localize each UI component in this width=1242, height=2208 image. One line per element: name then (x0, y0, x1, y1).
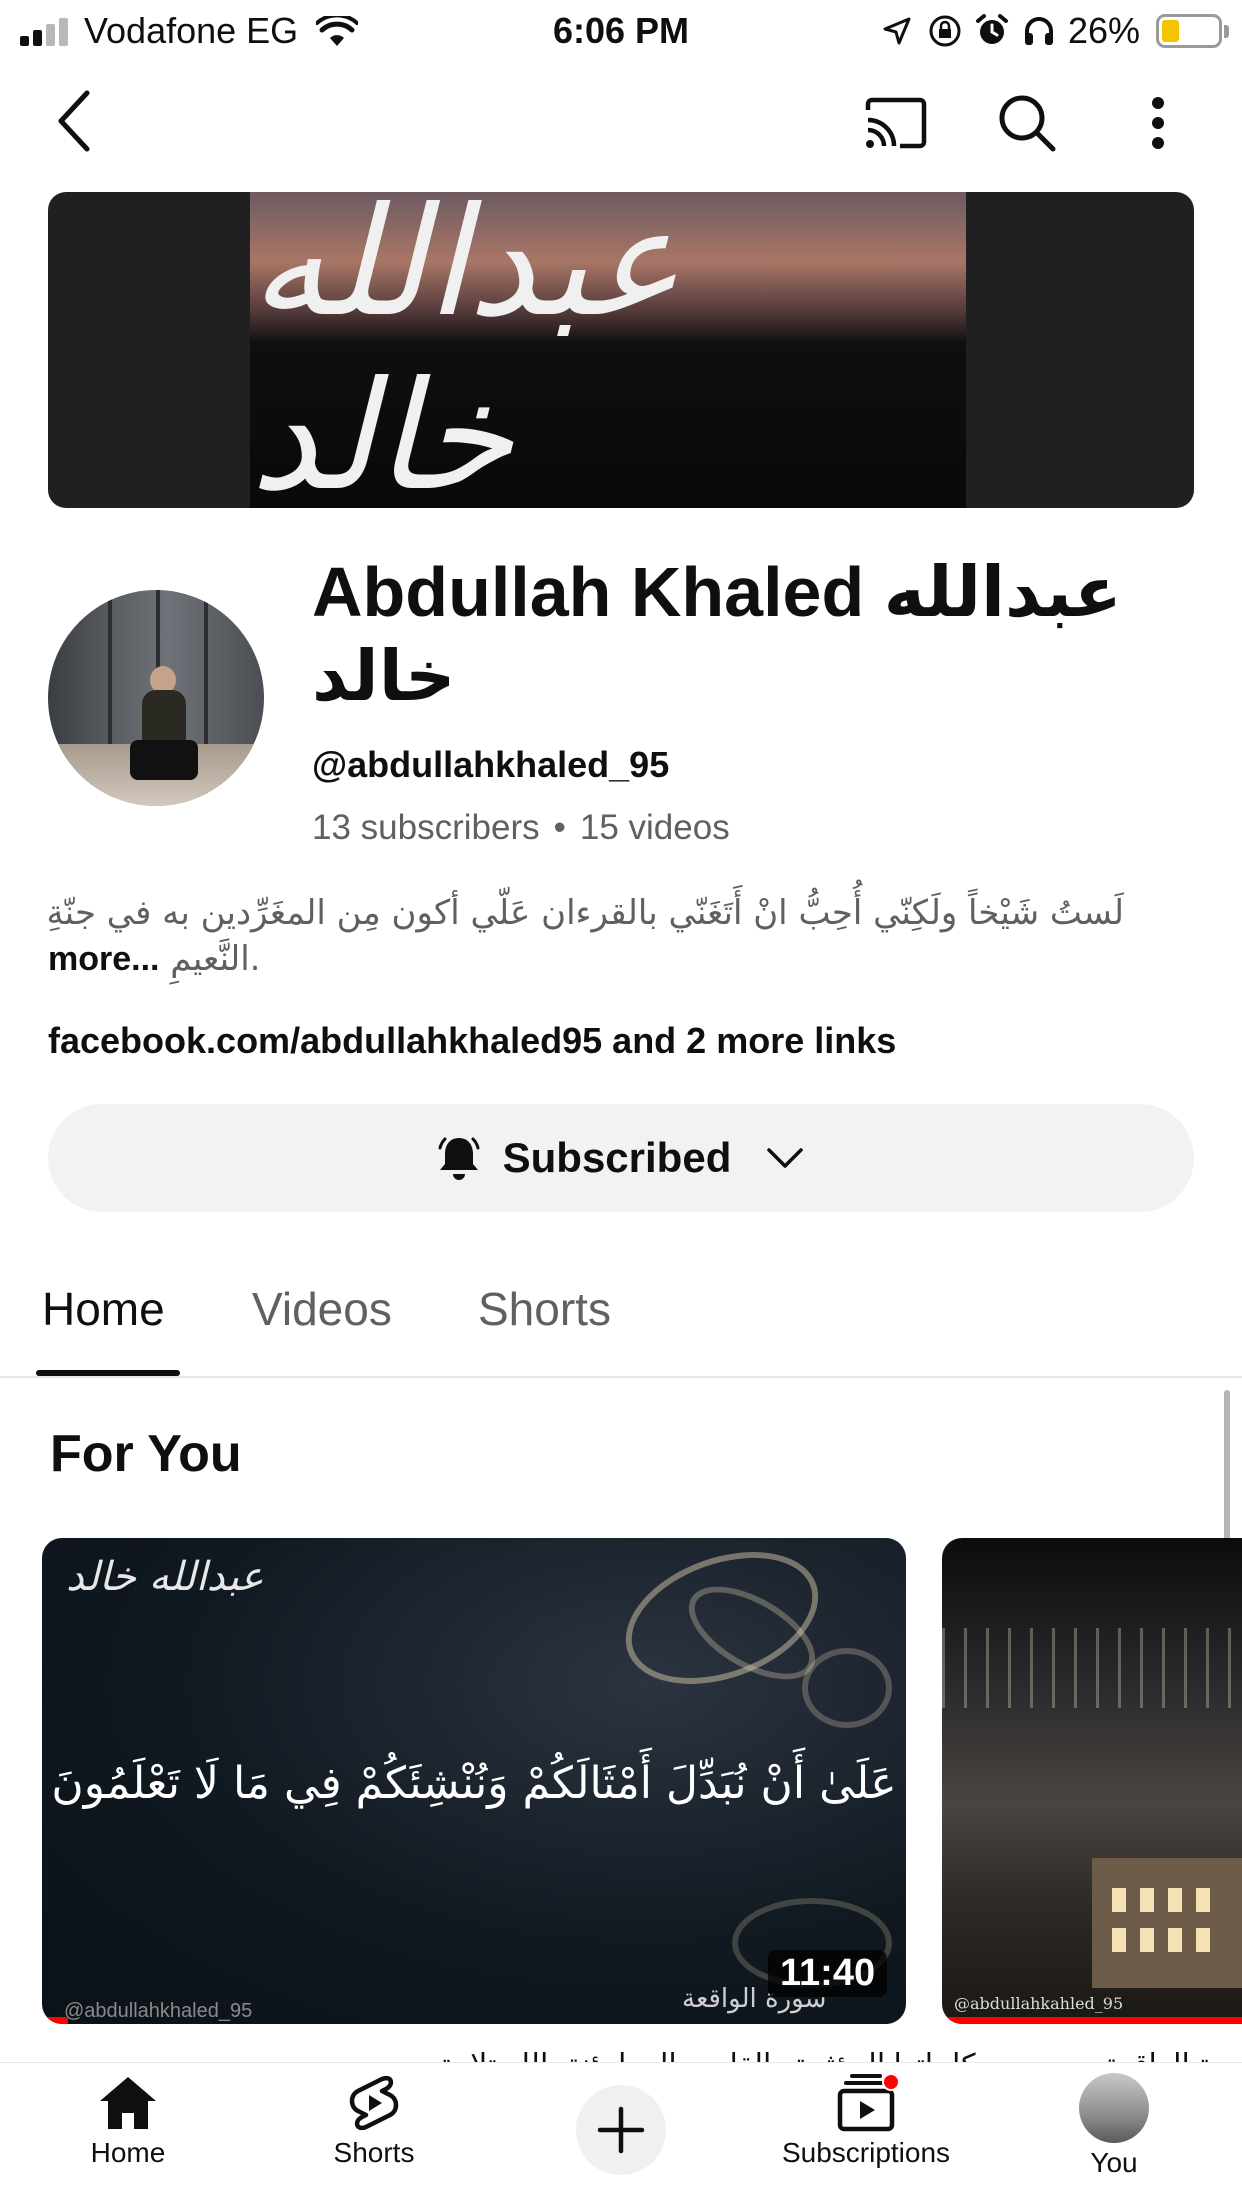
channel-name: Abdullah Khaled عبدالله خالد (312, 553, 1122, 715)
nav-you[interactable]: You (1064, 2073, 1164, 2179)
headphones-icon (1025, 17, 1053, 45)
video-count: 15 videos (579, 808, 730, 847)
more-vertical-icon[interactable] (1130, 86, 1186, 160)
thumbnail-watermark-2: @abdullahkahled_95 (954, 1994, 1124, 2013)
duration-badge: 11:40 (768, 1950, 888, 1997)
thumbnail-logo: عبدالله خالد (66, 1554, 264, 1600)
description-line-1: لَستُ شَيْخاً ولَكِنّي أُحِبُّ انْ أَتَغ… (46, 893, 1124, 933)
channel-stats: 13 subscribers • 15 videos (312, 808, 730, 848)
home-icon (100, 2077, 156, 2129)
top-app-bar (0, 64, 1242, 188)
bell-icon (438, 1137, 480, 1180)
nav-you-label: You (1090, 2147, 1138, 2178)
subscribed-button[interactable]: Subscribed (48, 1104, 1194, 1212)
video-title-peek-right: قرآن من سورة الواقعة بصوت ... كلماتها ال… (440, 2048, 1242, 2062)
battery-icon (1156, 14, 1222, 48)
bottom-navigation: Home Shorts Subscriptions You (0, 2062, 1242, 2208)
stats-separator: • (553, 808, 566, 847)
tab-home[interactable]: Home (42, 1282, 165, 1336)
banner-calligraphy: عبدالله خالد (250, 192, 687, 508)
more-link[interactable]: more... (48, 940, 159, 978)
nav-home[interactable]: Home (78, 2073, 178, 2169)
back-arrow-icon[interactable] (40, 86, 110, 156)
status-bar: Vodafone EG 6:06 PM 26% (0, 0, 1242, 64)
channel-avatar[interactable] (48, 590, 264, 806)
channel-links[interactable]: facebook.com/abdullahkhaled95 and 2 more… (48, 1020, 896, 1062)
watch-progress-bar (42, 2017, 68, 2024)
subscribed-label: Subscribed (502, 1134, 732, 1181)
video-titles-peek: ت قرآن من سورة الواقعة بصوت ... كلماتها … (0, 2044, 1242, 2062)
subscriptions-icon (834, 2073, 900, 2133)
watch-progress-bar-2 (942, 2017, 1242, 2024)
nav-subscriptions[interactable]: Subscriptions (764, 2073, 968, 2169)
banner-artwork: عبدالله خالد (250, 192, 966, 508)
shorts-icon (349, 2075, 399, 2131)
tab-shorts[interactable]: Shorts (478, 1282, 611, 1336)
nav-shorts[interactable]: Shorts (314, 2073, 434, 2169)
search-icon[interactable] (990, 86, 1064, 160)
alarm-icon (976, 14, 1008, 44)
channel-banner: عبدالله خالد (48, 192, 1194, 508)
video-card-thumbnail[interactable]: عبدالله خالد عَلَىٰ أَنْ نُبَدِّلَ أَمْث… (42, 1538, 906, 2024)
battery-percent: 26% (1068, 10, 1141, 51)
active-tab-indicator (36, 1370, 180, 1376)
notification-dot (882, 2073, 900, 2091)
profile-avatar-icon (1079, 2073, 1149, 2143)
nav-shorts-label: Shorts (333, 2137, 415, 2168)
location-icon (883, 17, 911, 45)
create-plus-icon (576, 2085, 666, 2175)
subscriber-count: 13 subscribers (312, 808, 540, 847)
nav-subscriptions-label: Subscriptions (781, 2137, 951, 2168)
nav-create[interactable] (576, 2085, 666, 2175)
rotation-lock-icon (929, 15, 961, 47)
video-title-peek-left: ت (6, 2048, 34, 2062)
thumbnail-watermark: @abdullahkhaled_95 (64, 2000, 253, 2022)
nav-home-label: Home (90, 2137, 166, 2168)
cast-icon[interactable] (856, 88, 936, 158)
battery-tip (1224, 25, 1229, 38)
tab-videos[interactable]: Videos (252, 1282, 392, 1336)
description-line-2: more... النَّعيمِ. (48, 936, 260, 982)
description-line-2-text: النَّعيمِ. (170, 939, 261, 979)
section-title-for-you: For You (50, 1425, 242, 1483)
video-card-thumbnail-2[interactable]: @abdullahkahled_95 (942, 1538, 1242, 2024)
thumbnail-verse-text: عَلَىٰ أَنْ نُبَدِّلَ أَمْثَالَكُمْ وَنُ… (51, 1758, 897, 1809)
chevron-down-icon (767, 1148, 804, 1168)
channel-tabs: Home Videos Shorts (0, 1270, 1242, 1378)
channel-handle: @abdullahkhaled_95 (312, 744, 670, 785)
